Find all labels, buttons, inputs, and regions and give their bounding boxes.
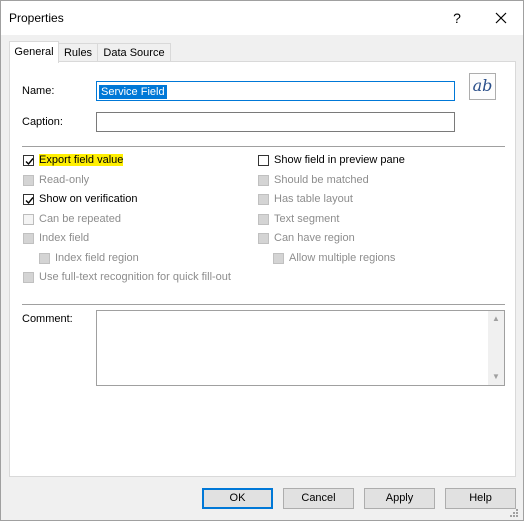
checkbox-label: Can be repeated xyxy=(39,213,121,225)
general-tab-panel: Name: Service Field ab Caption: Export f… xyxy=(9,61,516,477)
tab-data-source[interactable]: Data Source xyxy=(97,43,171,62)
caption-field[interactable] xyxy=(96,112,455,132)
checkbox-label: Index field xyxy=(39,232,90,244)
help-question-icon[interactable]: ? xyxy=(448,8,466,28)
checkbox-box xyxy=(258,214,269,225)
font-style-button[interactable]: ab xyxy=(469,73,496,100)
checkbox-box xyxy=(39,253,50,264)
checkbox-box xyxy=(273,253,284,264)
ok-button[interactable]: OK xyxy=(202,488,273,509)
tab-general[interactable]: General xyxy=(9,41,59,63)
checkbox-box xyxy=(258,155,269,166)
comment-label: Comment: xyxy=(22,313,73,325)
scroll-down-icon[interactable]: ▼ xyxy=(488,370,504,384)
checkbox-label: Text segment xyxy=(274,213,340,225)
checkbox-label: Should be matched xyxy=(274,174,369,186)
checkbox-label: Can have region xyxy=(274,232,355,244)
apply-button[interactable]: Apply xyxy=(364,488,435,509)
help-button[interactable]: Help xyxy=(445,488,516,509)
top-separator xyxy=(22,146,505,147)
name-value: Service Field xyxy=(99,85,167,99)
checkbox-box xyxy=(23,214,34,225)
checkbox-label: Export field value xyxy=(39,154,124,166)
scroll-up-icon[interactable]: ▲ xyxy=(488,312,504,326)
cancel-button[interactable]: Cancel xyxy=(283,488,354,509)
checkbox-box xyxy=(23,233,34,244)
checkbox-label: Read-only xyxy=(39,174,90,186)
checkbox-box xyxy=(258,175,269,186)
checkbox-label: Index field region xyxy=(55,252,139,264)
comment-textarea[interactable]: ▲ ▼ xyxy=(96,310,505,386)
name-field[interactable]: Service Field xyxy=(96,81,455,101)
dialog-title: Properties xyxy=(9,11,64,25)
checkbox-label: Show field in preview pane xyxy=(274,154,405,166)
close-icon[interactable] xyxy=(491,8,511,28)
checkbox-label: Allow multiple regions xyxy=(289,252,396,264)
middle-separator xyxy=(22,304,505,305)
checkbox-box xyxy=(23,194,34,205)
checkbox-box xyxy=(23,272,34,283)
resize-grip-icon[interactable] xyxy=(509,508,519,521)
name-label: Name: xyxy=(22,85,55,97)
title-bar: Properties ? xyxy=(1,1,523,35)
checkbox-box xyxy=(23,175,34,186)
checkbox-label: Has table layout xyxy=(274,193,353,205)
tab-rules[interactable]: Rules xyxy=(58,43,98,62)
checkbox-box xyxy=(23,155,34,166)
checkbox-label: Use full-text recognition for quick fill… xyxy=(39,271,231,283)
checkbox-label: Show on verification xyxy=(39,193,138,205)
checkbox-box xyxy=(258,233,269,244)
checkbox-box xyxy=(258,194,269,205)
properties-dialog: Properties ? General Rules Data Source N… xyxy=(0,0,524,521)
caption-label: Caption: xyxy=(22,116,63,128)
comment-scrollbar[interactable]: ▲ ▼ xyxy=(488,311,504,385)
